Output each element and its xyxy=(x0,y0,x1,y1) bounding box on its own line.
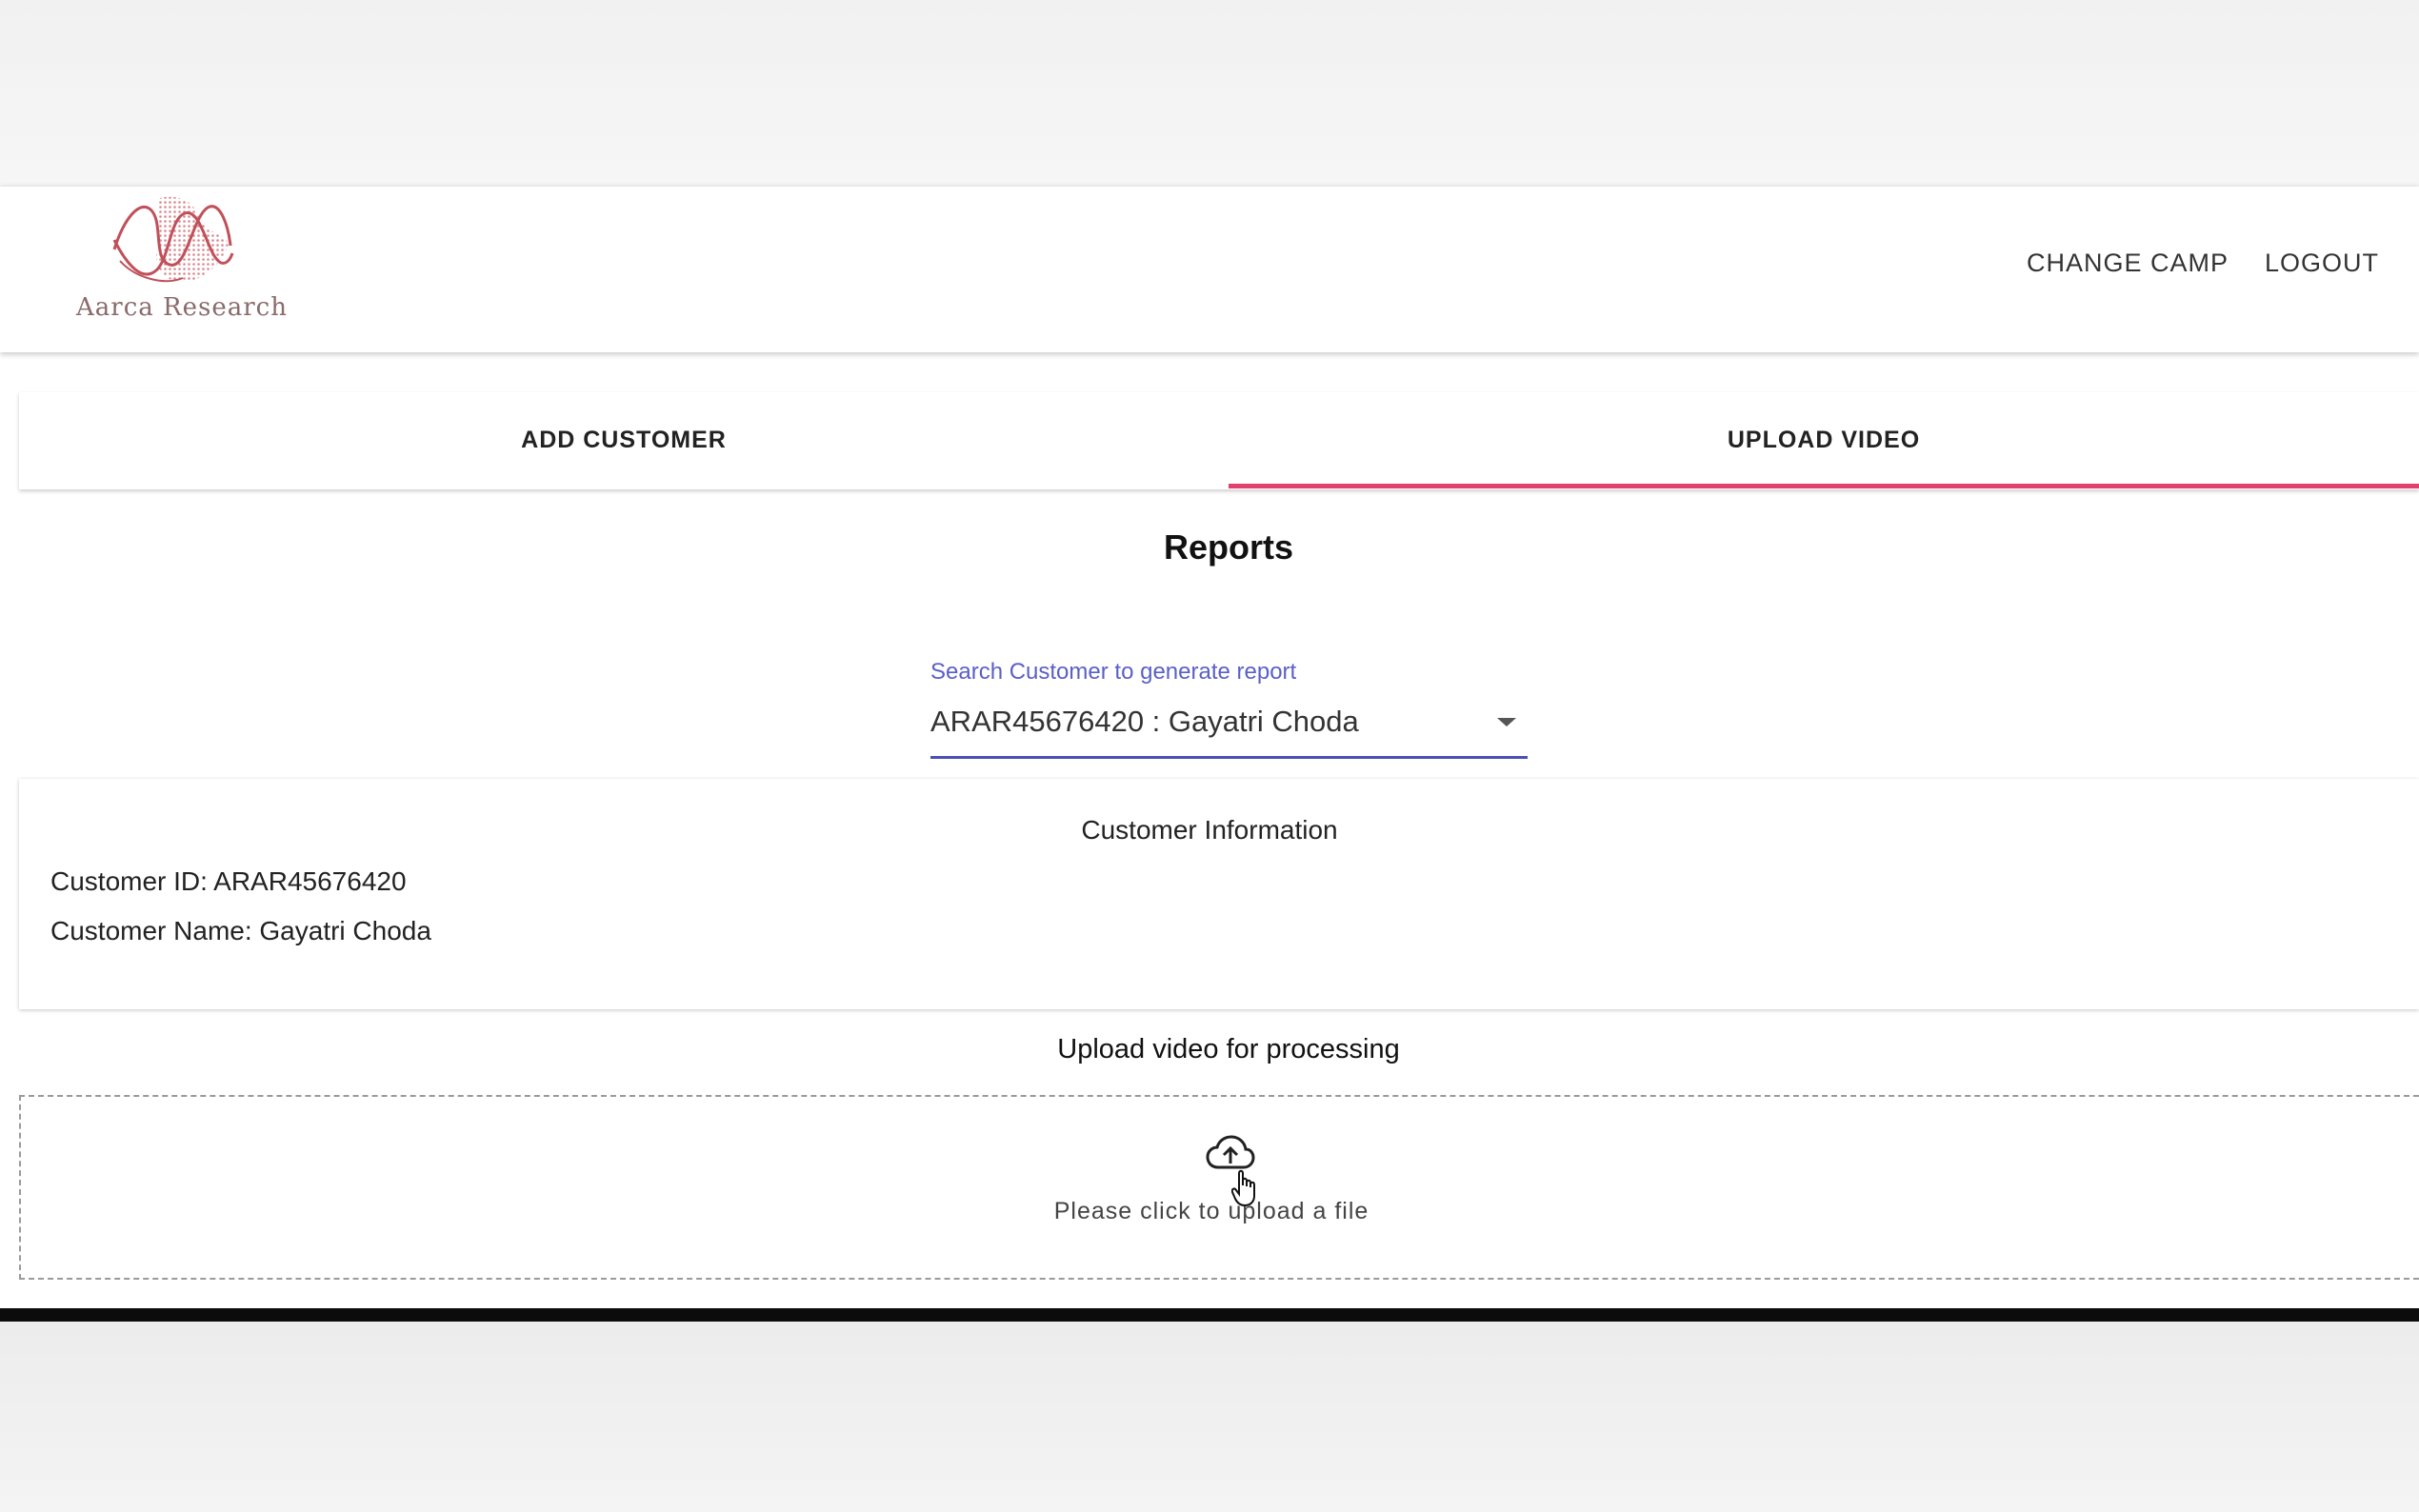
bottom-backdrop xyxy=(0,1322,2419,1512)
tab-upload-video[interactable]: UPLOAD VIDEO xyxy=(1229,392,2419,487)
customer-info-title-text: Customer Information xyxy=(1081,815,1338,845)
search-label: Search Customer to generate report xyxy=(930,659,1297,685)
upload-dropzone[interactable]: Please click to upload a file xyxy=(19,1095,2419,1280)
logout-button[interactable]: LOGOUT xyxy=(2265,244,2379,282)
active-tab-indicator xyxy=(1229,484,2419,488)
cloud-upload-icon xyxy=(1206,1135,1255,1169)
change-camp-button[interactable]: CHANGE CAMP xyxy=(2027,244,2229,282)
logo-wave-icon xyxy=(112,196,234,283)
logo-text: Aarca Research xyxy=(76,293,288,322)
top-backdrop xyxy=(0,0,2419,187)
customer-id: Customer ID: ARAR45676420 xyxy=(50,866,407,896)
upload-prompt-text: Please click to upload a file xyxy=(1053,1198,1369,1224)
tab-add-customer[interactable]: ADD CUSTOMER xyxy=(19,392,1229,487)
dropdown-arrow-icon[interactable] xyxy=(1497,718,1516,726)
customer-name: Customer Name: Gayatri Choda xyxy=(50,916,431,945)
hand-cursor-icon xyxy=(1231,1169,1255,1207)
upload-prompt: Please click to upload a file xyxy=(2,1198,2419,1225)
customer-info-card: Customer Information Customer ID: ARAR45… xyxy=(19,779,2419,1009)
app-bar: Aarca Research CHANGE CAMP LOGOUT xyxy=(0,187,2419,352)
page-title: Reports xyxy=(1163,527,1294,567)
customer-info-title: Customer Information xyxy=(0,815,2419,846)
bottom-divider xyxy=(0,1308,2419,1322)
company-logo[interactable]: Aarca Research xyxy=(72,187,287,329)
upload-heading-text: Upload video for processing xyxy=(1057,1034,1400,1064)
customer-search-field[interactable] xyxy=(930,695,1528,759)
tab-bar: ADD CUSTOMER UPLOAD VIDEO xyxy=(19,392,2419,489)
customer-search-input[interactable] xyxy=(930,701,1464,743)
upload-heading: Upload video for processing xyxy=(0,1034,2419,1065)
